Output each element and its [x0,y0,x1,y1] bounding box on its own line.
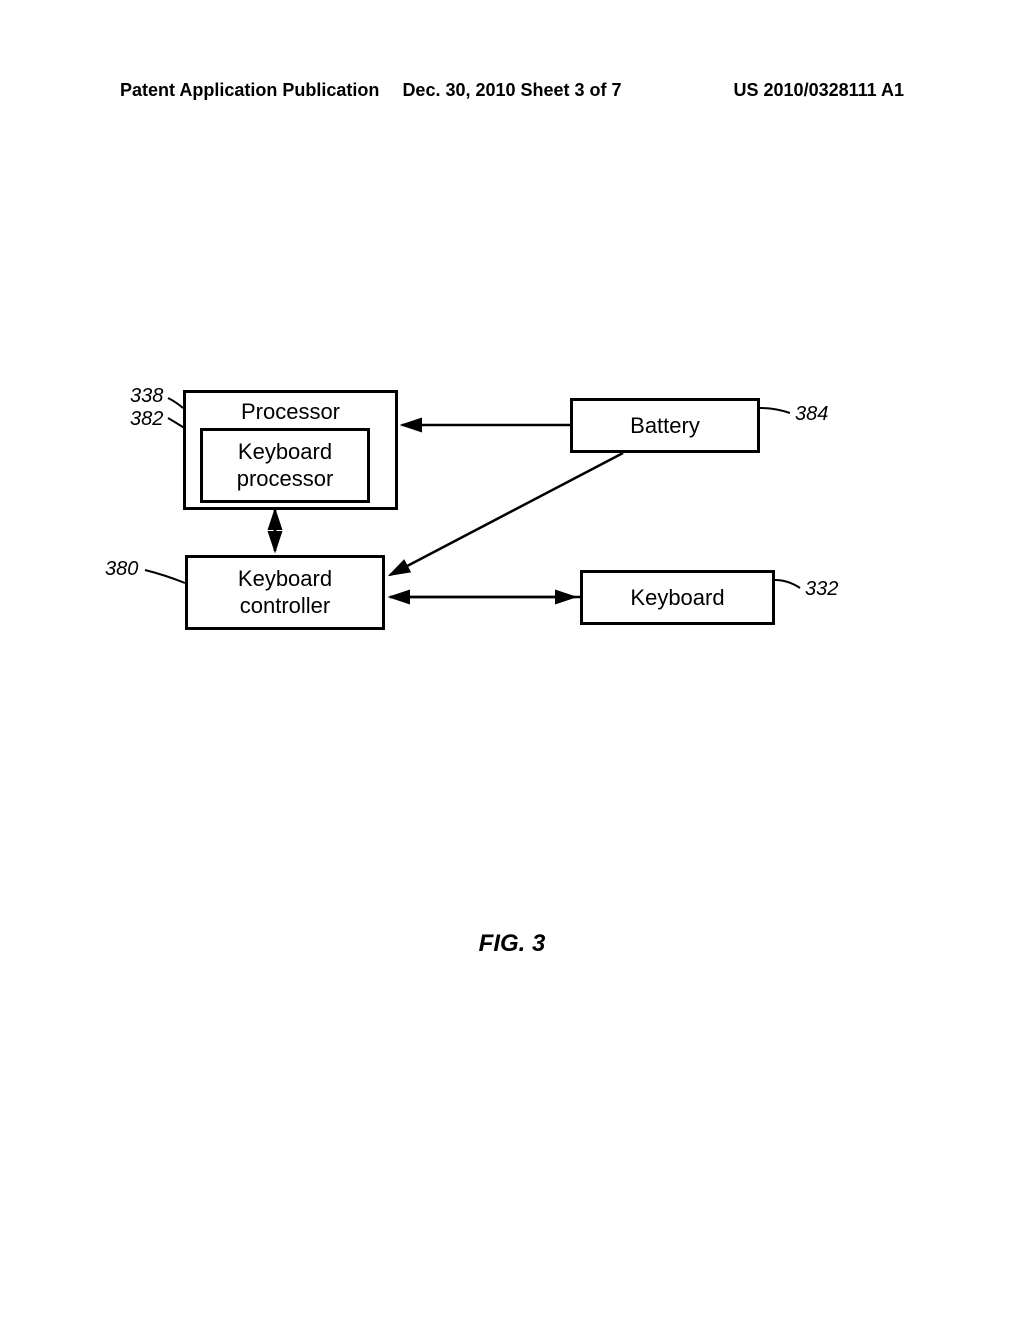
keyboard-block: Keyboard [580,570,775,625]
ref-384: 384 [795,403,828,426]
ref-338: 338 [130,385,163,408]
battery-label: Battery [630,413,700,439]
keyboard-controller-block: Keyboard controller [185,555,385,630]
header-right: US 2010/0328111 A1 [734,80,904,101]
page-header: Patent Application Publication Dec. 30, … [0,80,1024,101]
ref-380: 380 [105,558,138,581]
ref-382: 382 [130,408,163,431]
battery-block: Battery [570,398,760,453]
keyboard-label: Keyboard [630,585,724,611]
figure-caption: FIG. 3 [479,930,546,958]
header-center: Dec. 30, 2010 Sheet 3 of 7 [402,80,621,101]
keyboard-controller-label: Keyboard controller [238,566,332,619]
header-left: Patent Application Publication [120,80,379,101]
keyboard-processor-label: Keyboard processor [237,439,334,492]
keyboard-processor-block: Keyboard processor [200,428,370,503]
processor-label: Processor [241,399,340,425]
block-diagram: Processor Keyboard processor Keyboard co… [0,380,1024,680]
ref-332: 332 [805,578,838,601]
